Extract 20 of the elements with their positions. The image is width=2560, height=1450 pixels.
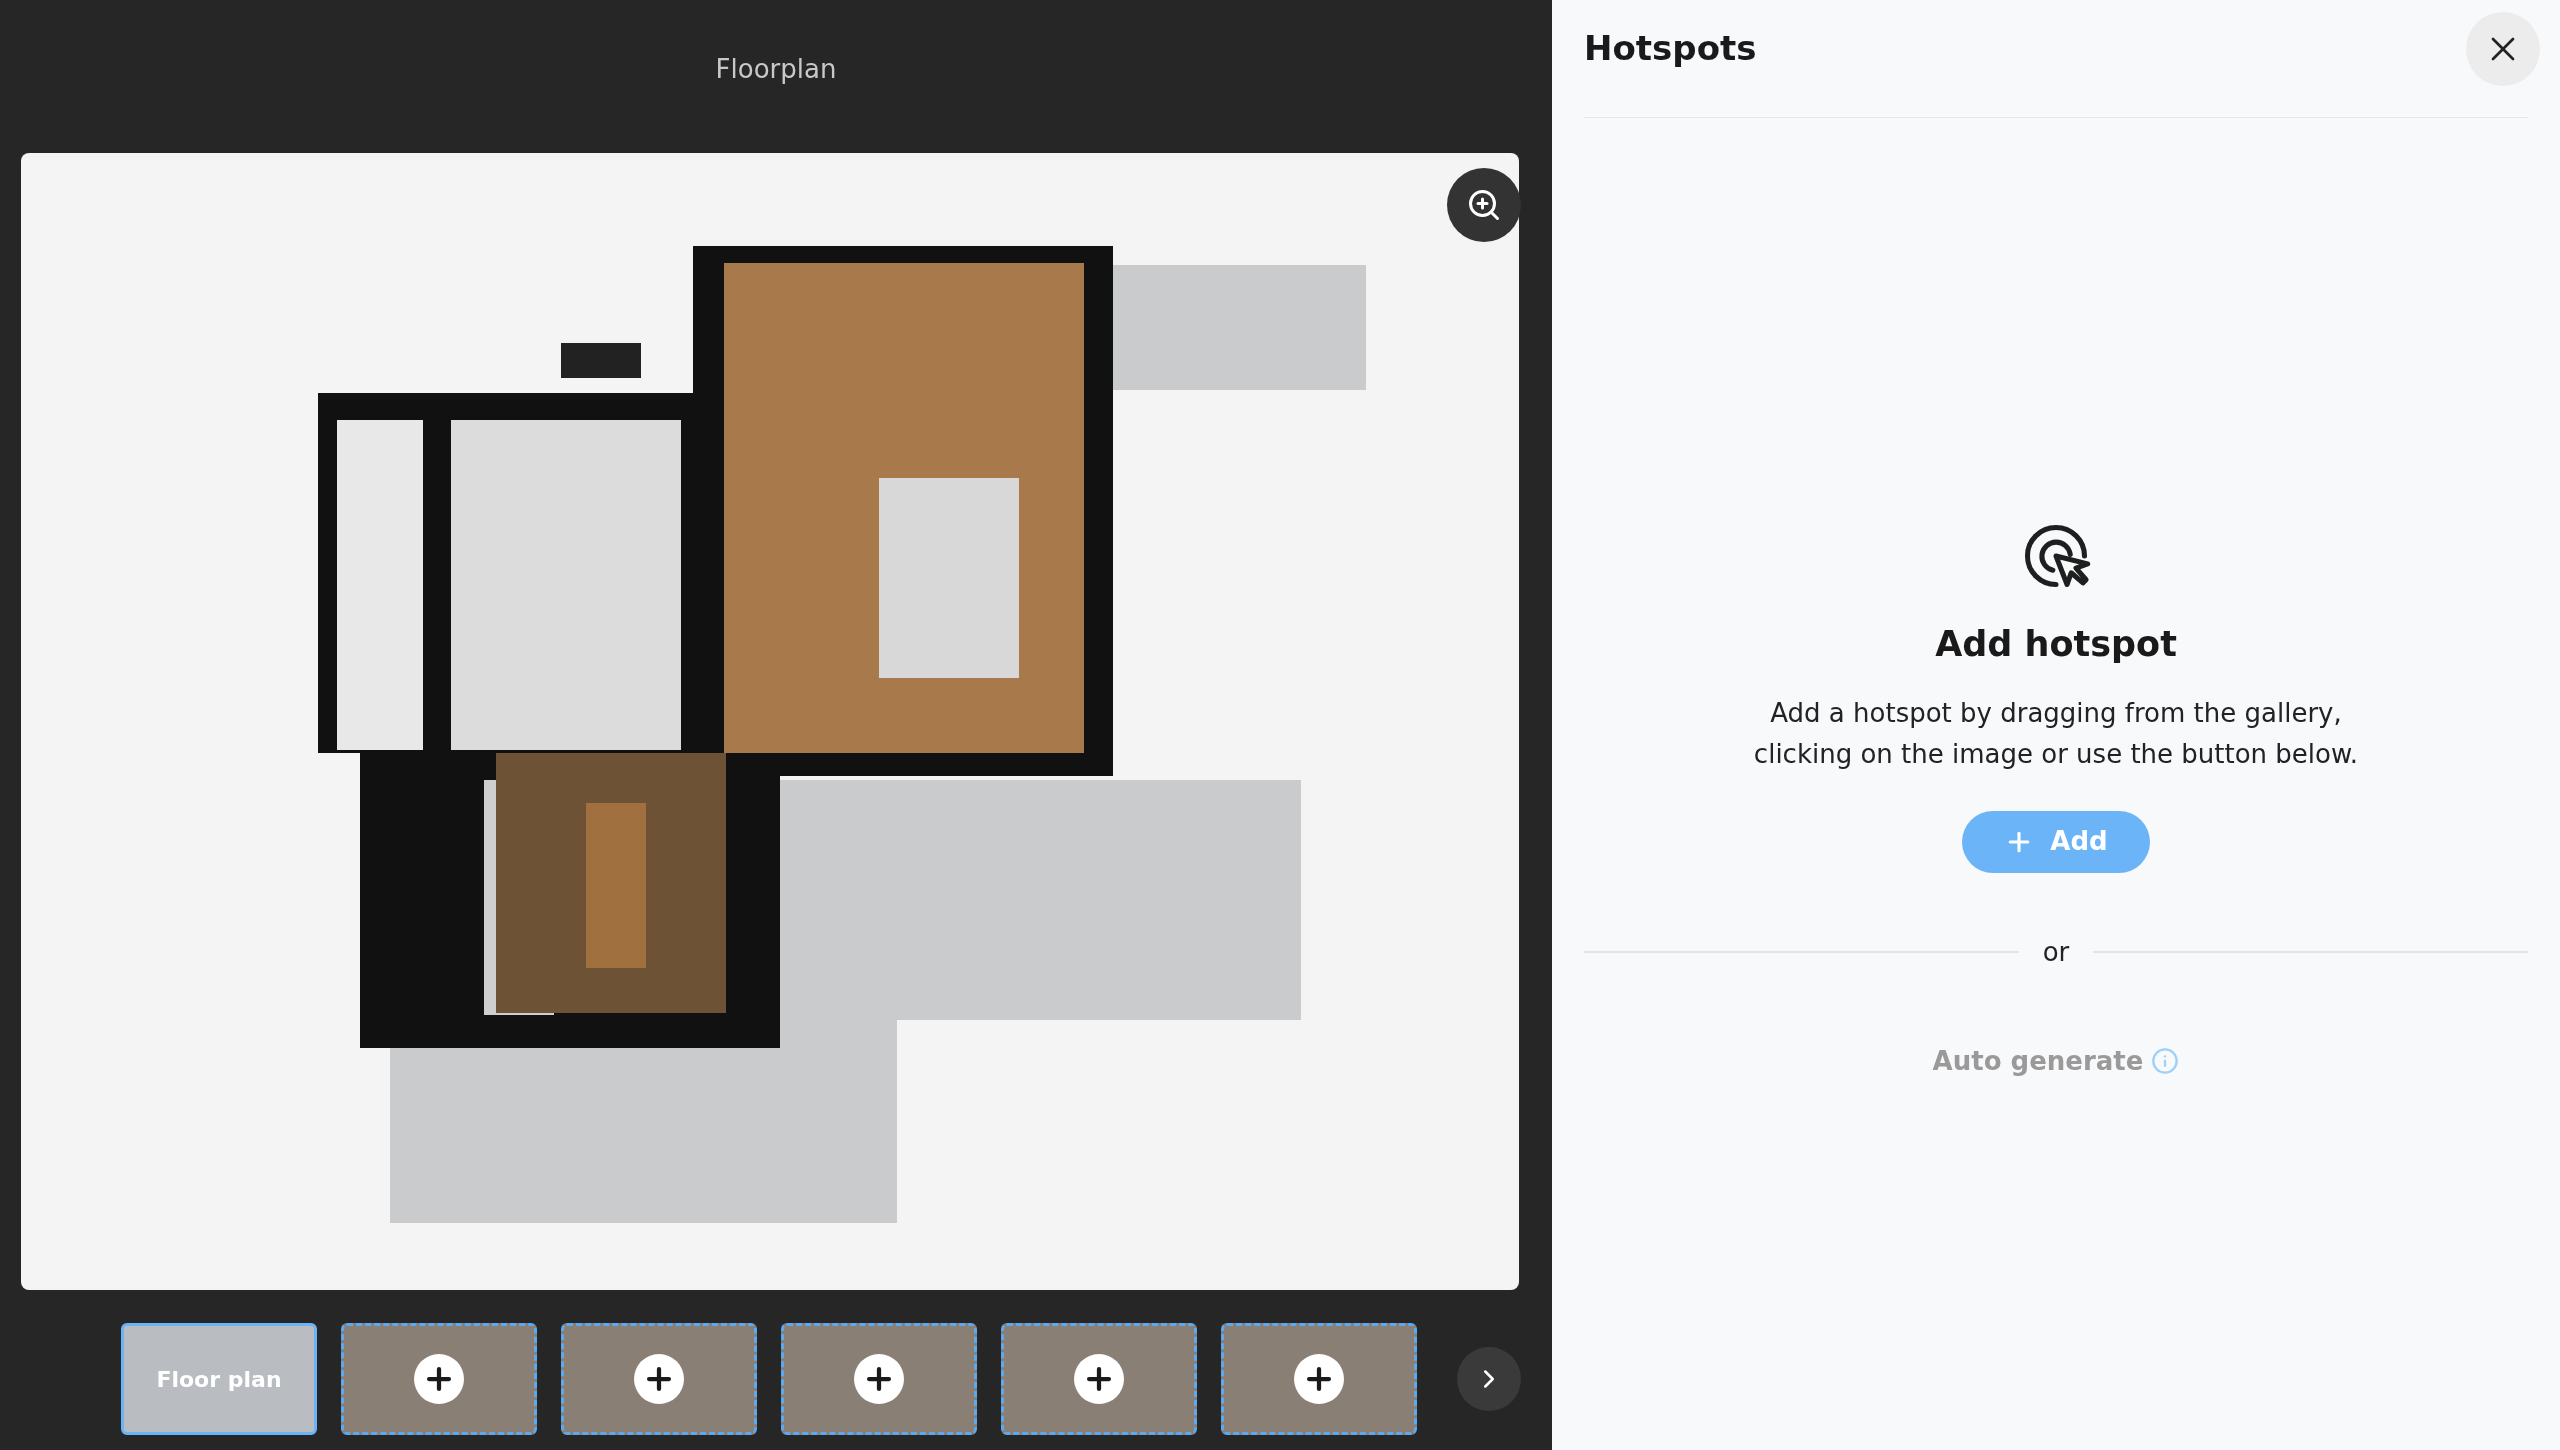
floor-plan-thumbnail[interactable]: Floor plan (121, 1323, 317, 1435)
viewer-title: Floorplan (715, 53, 837, 86)
plus-icon (1294, 1354, 1344, 1404)
panorama-thumbnail[interactable] (781, 1323, 977, 1435)
plus-icon (854, 1354, 904, 1404)
separator-label: or (2042, 935, 2070, 969)
add-button[interactable]: Add (1962, 810, 2150, 873)
panorama-thumbnail[interactable] (1001, 1323, 1197, 1435)
plus-icon (1074, 1354, 1124, 1404)
empty-state-description: Add a hotspot by dragging from the gallery, clicking on the image or use the button below. (1752, 696, 2360, 771)
zoom-in-icon (1466, 187, 1502, 223)
empty-state-title: Add hotspot (1935, 623, 2177, 666)
info-icon (2151, 1047, 2180, 1075)
panorama-thumbnail[interactable] (1221, 1323, 1417, 1435)
panel-title: Hotspots (1584, 27, 1757, 70)
auto-generate-link[interactable]: Auto generate (1932, 1041, 2144, 1081)
panorama-thumbnail[interactable] (561, 1323, 757, 1435)
panorama-thumbnail[interactable] (341, 1323, 537, 1435)
plus-icon (634, 1354, 684, 1404)
plus-icon (414, 1354, 464, 1404)
